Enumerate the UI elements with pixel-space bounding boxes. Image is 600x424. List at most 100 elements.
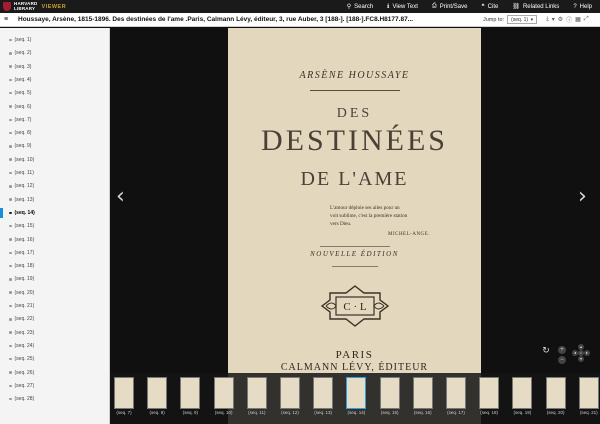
monogram-text: C · L (343, 301, 367, 313)
sidebar-seq-label: (seq. 5) (14, 90, 32, 97)
sidebar-seq-item[interactable]: (seq. 24) (9, 342, 34, 350)
viewer-label: VIEWER (41, 3, 67, 10)
sidebar-seq-item[interactable]: (seq. 16) (9, 236, 34, 244)
sidebar-seq-item[interactable]: (seq. 18) (9, 262, 34, 270)
sidebar-seq-item[interactable]: (seq. 26) (9, 369, 34, 377)
sidebar-seq-item[interactable]: (seq. 4) (9, 76, 31, 84)
grid-view-icon[interactable]: ▦ (575, 16, 581, 23)
page-thumbnail[interactable] (379, 377, 400, 409)
bullet-icon (9, 357, 12, 361)
sidebar-seq-item[interactable]: (seq. 27) (9, 382, 34, 390)
related-links-icon: ⛓ (512, 4, 520, 10)
sidebar-seq-label: (seq. 21) (14, 303, 35, 309)
sidebar-seq-label: (seq. 20) (14, 289, 35, 296)
cite-icon: ❝ (481, 4, 485, 10)
previous-page-arrow-icon[interactable]: ‹ (116, 186, 125, 208)
next-page-arrow-icon[interactable]: › (578, 186, 587, 208)
sidebar-seq-item[interactable]: (seq. 13) (9, 196, 34, 204)
sidebar-seq-label: (seq. 1) (14, 37, 32, 43)
bullet-icon (9, 91, 12, 95)
page-thumbnail[interactable] (512, 377, 533, 409)
sidebar-seq-item[interactable]: (seq. 12) (9, 182, 34, 190)
menu-icon[interactable]: ≡ (4, 16, 12, 23)
bullet-icon (9, 344, 12, 348)
sidebar-seq-item[interactable]: (seq. 23) (9, 329, 34, 337)
nav-search[interactable]: ⚲ Search (347, 3, 373, 11)
sidebar-seq-item[interactable]: (seq. 1) (9, 36, 31, 44)
page-thumbnail[interactable] (545, 377, 566, 409)
page-thumbnail[interactable] (578, 377, 599, 409)
page-viewer[interactable]: ARSÈNE HOUSSAYE DES DESTINÉES DE L'AME L… (110, 28, 600, 424)
nav-print-save[interactable]: ⎙ Print/Save (432, 3, 468, 10)
sidebar-seq-item[interactable]: (seq. 11) (9, 169, 34, 177)
thumbnail-label: (seq. 18) (480, 410, 499, 415)
bullet-icon (9, 131, 12, 135)
nav-help[interactable]: ? Help (573, 4, 592, 10)
sidebar-seq-item[interactable]: (seq. 28) (9, 395, 34, 403)
jump-to-select[interactable]: (seq. 1) ▾ (507, 15, 538, 24)
download-icon[interactable]: ⤓ (546, 16, 549, 23)
sidebar-seq-label: (seq. 22) (14, 316, 35, 323)
sidebar-seq-item[interactable]: (seq. 25) (9, 355, 34, 363)
page-thumbnail[interactable] (346, 377, 367, 409)
sidebar-seq-item[interactable]: (seq. 20) (9, 289, 34, 297)
thumbnail-label: (seq. 12) (281, 410, 299, 415)
sidebar-seq-item[interactable]: (seq. 8) (9, 129, 31, 137)
page-author: ARSÈNE HOUSSAYE (299, 70, 410, 81)
nav-view-text[interactable]: ℹ View Text (387, 3, 418, 11)
bullet-icon (9, 397, 12, 401)
sidebar-seq-item[interactable]: (seq. 9) (9, 142, 31, 150)
thumbnail-label: (seq. 7) (116, 410, 132, 415)
page-thumbnail[interactable] (246, 377, 267, 409)
sidebar-seq-item[interactable]: (seq. 6) (9, 103, 31, 111)
bullet-icon (9, 185, 12, 188)
zoom-in-icon[interactable]: + (558, 346, 566, 354)
rotate-icon[interactable]: ↻ (542, 346, 550, 355)
page-thumbnail[interactable] (114, 377, 134, 409)
page-thumbnail[interactable] (479, 377, 500, 409)
thumbnail-label: (seq. 21) (579, 410, 598, 415)
bullet-icon (9, 291, 12, 294)
page-title-destinees: DESTINÉES (261, 124, 448, 157)
page-thumbnail[interactable] (446, 377, 466, 409)
nav-label: Help (579, 3, 592, 10)
sidebar-seq-item[interactable]: (seq. 22) (9, 315, 34, 323)
logo-line-2: LIBRARY (14, 5, 36, 11)
page-thumbnail[interactable] (313, 377, 334, 409)
sidebar-seq-item[interactable]: (seq. 15) (9, 222, 34, 230)
sidebar-seq-item[interactable]: (seq. 7) (9, 116, 31, 124)
page-thumbnail[interactable] (280, 377, 300, 409)
sidebar-seq-item[interactable]: (seq. 2) (9, 49, 31, 57)
sidebar-seq-item[interactable]: (seq. 21) (9, 302, 34, 310)
page-thumbnail[interactable] (213, 377, 234, 409)
pan-down-icon[interactable]: ▾ (578, 356, 584, 362)
sidebar-seq-item[interactable]: (seq. 5) (9, 89, 31, 97)
sidebar-seq-item[interactable]: (seq. 3) (9, 63, 31, 71)
page-rule (310, 90, 400, 91)
harvard-library-logo[interactable]: HARVARD LIBRARY VIEWER (0, 0, 80, 13)
page-thumbnail[interactable] (180, 377, 201, 409)
nav-related-links[interactable]: ⛓ Related Links (512, 3, 559, 11)
sidebar-seq-item[interactable]: (seq. 14) (9, 209, 35, 217)
settings-icon[interactable]: ⚙ (558, 16, 563, 23)
nav-cite[interactable]: ❝ Cite (481, 3, 498, 11)
sidebar-seq-label: (seq. 27) (14, 382, 35, 389)
thumbnail-label: (seq. 20) (546, 410, 565, 415)
pan-right-icon[interactable]: ▸ (584, 350, 590, 356)
top-bar: HARVARD LIBRARY VIEWER ⚲ Search ℹ View Text… (0, 0, 600, 13)
page-thumbnail[interactable] (147, 377, 168, 409)
sidebar-seq-item[interactable]: (seq. 19) (9, 275, 34, 283)
sidebar-seq-item[interactable]: (seq. 17) (9, 249, 34, 257)
page-thumbnail[interactable] (412, 377, 433, 409)
zoom-out-icon[interactable]: − (558, 356, 566, 364)
bullet-icon (9, 171, 12, 175)
chevron-down-icon[interactable]: ▾ (552, 16, 555, 23)
sidebar-seq-label: (seq. 2) (14, 50, 32, 57)
sidebar-seq-item[interactable]: (seq. 10) (9, 156, 34, 164)
jump-to-label: Jump to: (483, 16, 505, 23)
bullet-icon (9, 78, 12, 82)
fullscreen-icon[interactable]: ⤢ (584, 16, 589, 23)
info-icon[interactable]: ⓘ (566, 15, 572, 24)
bullet-icon (9, 65, 12, 68)
sequence-sidebar: (seq. 1) (seq. 2) (seq. 3) (seq. 4) (seq. 5)… (0, 28, 110, 424)
